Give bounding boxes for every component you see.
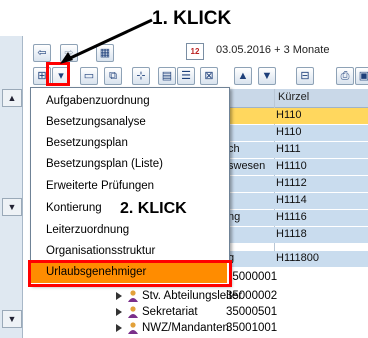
table-row[interactable]: ng H1116 (226, 210, 368, 226)
table-row[interactable]: H110 (226, 125, 368, 141)
expand-triangle-icon[interactable] (116, 324, 122, 332)
second-click-marker (28, 260, 232, 287)
tree-row[interactable]: Stv. Abteilungsleiter 35000002 (116, 290, 277, 302)
row-code: H1116 (276, 211, 307, 223)
row-code: H110 (276, 109, 302, 121)
first-click-callout: 1. KLICK (152, 8, 232, 29)
expand-triangle-icon[interactable] (116, 308, 122, 316)
tree-row-code: 35000501 (226, 306, 278, 318)
menu-item-besetzungsplan-liste[interactable]: Besetzungsplan (Liste) (46, 158, 163, 170)
row-code: H1110 (276, 160, 307, 172)
tree-row[interactable]: NWZ/Mandanten 35001001 (116, 322, 277, 334)
row-code: H111 (276, 143, 301, 155)
person-icon (128, 290, 138, 302)
menu-item-leiterzuordnung[interactable]: Leiterzuordnung (46, 224, 129, 236)
person-icon (128, 322, 138, 334)
person-icon (128, 306, 138, 318)
column-header-kuerzel: Kürzel (278, 91, 310, 103)
menu-item-besetzungsplan[interactable]: Besetzungsplan (46, 137, 128, 149)
menu-item-erweiterte-pruefungen[interactable]: Erweiterte Prüfungen (46, 180, 154, 192)
tree-row-code: 35001001 (226, 322, 278, 334)
row-code: H110 (276, 126, 302, 138)
tree-row-code: 35000001 (226, 271, 278, 283)
row-code: H111800 (276, 252, 320, 264)
menu-item-aufgabenzuordnung[interactable]: Aufgabenzuordnung (46, 95, 150, 107)
row-code: H1114 (276, 194, 307, 206)
tree-row-code: 35000002 (226, 290, 278, 302)
table-row[interactable]: swesen H1110 (226, 159, 368, 175)
menu-item-organisationsstruktur[interactable]: Organisationsstruktur (46, 245, 155, 257)
expand-triangle-icon[interactable] (116, 292, 122, 300)
table-row[interactable]: H110 (226, 108, 368, 124)
table-row[interactable]: ch H111 (226, 142, 368, 158)
table-header: Kürzel (226, 89, 368, 108)
row-code: H1112 (276, 177, 307, 189)
menu-item-besetzungsanalyse[interactable]: Besetzungsanalyse (46, 116, 146, 128)
row-code: H1118 (276, 228, 307, 240)
tree-row[interactable]: Sekretariat 35000501 (116, 306, 277, 318)
menu-item-kontierung[interactable]: Kontierung (46, 202, 102, 214)
table-row[interactable]: H1118 (226, 227, 368, 243)
table-row[interactable]: g H111800 (226, 251, 368, 267)
second-click-callout: 2. KLICK (120, 200, 187, 217)
table-row[interactable]: H1114 (226, 193, 368, 209)
table-row[interactable]: H1112 (226, 176, 368, 192)
